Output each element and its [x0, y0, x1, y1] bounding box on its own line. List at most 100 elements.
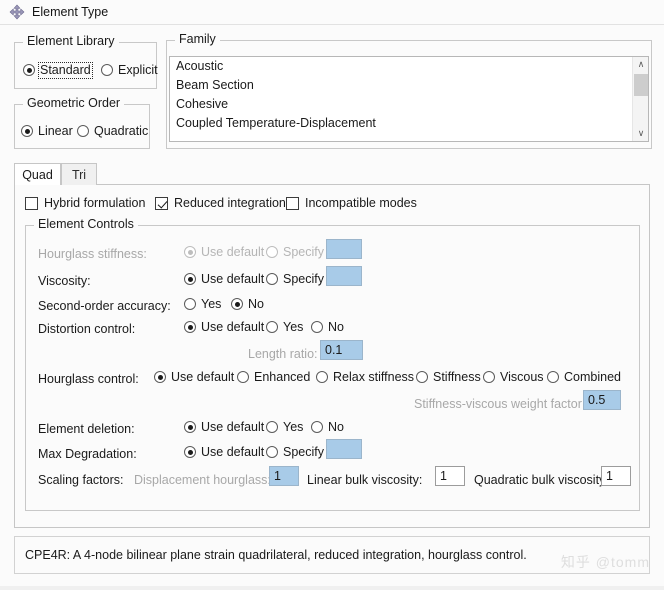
radio-label: Use default [201, 245, 265, 259]
tab-quad[interactable]: Quad [14, 163, 61, 185]
radio-hourglass-control-use-default[interactable]: Use default [154, 371, 234, 384]
radio-label: Yes [201, 297, 222, 311]
radio-max-degradation-specify[interactable]: Specify [266, 446, 324, 459]
tab-label: Quad [22, 167, 53, 182]
radio-dot [184, 421, 196, 434]
radio-hourglass-control-stiffness[interactable]: Stiffness [416, 371, 481, 384]
label-stiffness-viscous-weight-factor: Stiffness-viscous weight factor: [414, 397, 586, 411]
checkbox-hybrid-formulation[interactable]: Hybrid formulation [25, 197, 145, 210]
radio-viscosity-use-default[interactable]: Use default [184, 273, 264, 286]
list-item[interactable]: Beam Section [170, 76, 648, 95]
family-listbox[interactable]: Acoustic Beam Section Cohesive Coupled T… [169, 56, 649, 142]
radio-dot [483, 371, 495, 384]
label-element-deletion: Element deletion: [38, 422, 135, 436]
radio-max-degradation-use-default[interactable]: Use default [184, 446, 264, 459]
element-description-box: CPE4R: A 4-node bilinear plane strain qu… [14, 536, 650, 574]
radio-element-library-standard[interactable]: Standard [23, 62, 93, 79]
radio-hourglass-stiffness-use-default: Use default [184, 246, 264, 259]
radio-hourglass-control-combined[interactable]: Combined [547, 371, 621, 384]
input-stiffness-viscous-weight-factor: 0.5 [583, 390, 621, 410]
radio-second-order-accuracy-yes[interactable]: Yes [184, 298, 221, 311]
radio-viscosity-specify[interactable]: Specify [266, 273, 324, 286]
list-item[interactable]: Cohesive [170, 95, 648, 114]
radio-label: No [248, 297, 264, 311]
radio-dot [184, 298, 196, 311]
element-controls-title: Element Controls [34, 218, 138, 231]
radio-dot [416, 371, 428, 384]
window-title: Element Type [32, 4, 109, 19]
geometric-order-title: Geometric Order [23, 97, 125, 110]
input-quadratic-bulk-viscosity[interactable]: 1 [601, 466, 631, 486]
radio-element-deletion-yes[interactable]: Yes [266, 421, 303, 434]
radio-dot [266, 421, 278, 434]
radio-label: Use default [201, 320, 265, 334]
radio-label: Linear [38, 124, 73, 138]
radio-label: Combined [564, 370, 621, 384]
label-viscosity: Viscosity: [38, 274, 91, 288]
radio-dot [23, 64, 35, 77]
radio-hourglass-control-relax-stiffness[interactable]: Relax stiffness [316, 371, 414, 384]
shape-tabstrip: Quad Tri [14, 163, 650, 185]
list-item[interactable]: Acoustic [170, 57, 648, 76]
radio-element-library-explicit[interactable]: Explicit [101, 64, 158, 77]
radio-label: Specify [283, 272, 324, 286]
scrollbar-thumb[interactable] [634, 74, 648, 96]
radio-distortion-control-use-default[interactable]: Use default [184, 321, 264, 334]
quad-tab-page: Hybrid formulation Reduced integration I… [14, 184, 650, 528]
label-linear-bulk-viscosity: Linear bulk viscosity: [307, 473, 423, 487]
radio-label: Use default [201, 445, 265, 459]
radio-label: No [328, 420, 344, 434]
input-hourglass-stiffness [326, 239, 362, 259]
list-item[interactable]: Coupled Temperature-Displacement [170, 114, 648, 133]
input-max-degradation[interactable] [326, 439, 362, 459]
radio-dot [311, 321, 323, 334]
checkbox-box [155, 197, 168, 210]
family-list-scrollbar[interactable]: ∧ ∨ [632, 57, 648, 141]
geometric-order-group: Geometric Order Linear Quadratic [14, 97, 150, 149]
radio-distortion-control-no[interactable]: No [311, 321, 344, 334]
radio-second-order-accuracy-no[interactable]: No [231, 298, 264, 311]
radio-label: Standard [38, 62, 93, 79]
radio-dot [266, 321, 278, 334]
radio-dot [77, 125, 89, 138]
radio-geometric-order-quadratic[interactable]: Quadratic [77, 125, 148, 138]
tab-label: Tri [71, 167, 87, 182]
radio-dot [101, 64, 113, 77]
radio-label: Viscous [500, 370, 544, 384]
radio-element-deletion-no[interactable]: No [311, 421, 344, 434]
label-quadratic-bulk-viscosity: Quadratic bulk viscosity: [474, 473, 609, 487]
watermark: 知乎 @tomm [560, 554, 650, 570]
checkbox-incompatible-modes[interactable]: Incompatible modes [286, 197, 417, 210]
radio-hourglass-control-viscous[interactable]: Viscous [483, 371, 544, 384]
radio-label: Specify [283, 445, 324, 459]
radio-hourglass-control-enhanced[interactable]: Enhanced [237, 371, 310, 384]
checkbox-reduced-integration[interactable]: Reduced integration [155, 197, 286, 210]
radio-dot [266, 446, 278, 459]
element-controls-group: Element Controls Hourglass stiffness: Us… [25, 218, 640, 511]
label-displacement-hourglass: Displacement hourglass: [134, 473, 271, 487]
scroll-down-icon[interactable]: ∨ [633, 126, 648, 141]
radio-dot [154, 371, 166, 384]
radio-label: Use default [171, 370, 235, 384]
radio-dot [547, 371, 559, 384]
radio-hourglass-stiffness-specify: Specify [266, 246, 324, 259]
titlebar-divider [0, 24, 664, 25]
checkbox-box [25, 197, 38, 210]
element-library-group: Element Library Standard Explicit [14, 35, 158, 89]
radio-label: Enhanced [254, 370, 311, 384]
radio-distortion-control-yes[interactable]: Yes [266, 321, 303, 334]
input-viscosity[interactable] [326, 266, 362, 286]
radio-dot [184, 273, 196, 286]
checkbox-label: Hybrid formulation [44, 196, 146, 211]
radio-label: Yes [283, 320, 304, 334]
label-hourglass-stiffness: Hourglass stiffness: [38, 247, 147, 261]
scroll-up-icon[interactable]: ∧ [633, 57, 648, 72]
window-bottom-edge [0, 586, 664, 590]
radio-element-deletion-use-default[interactable]: Use default [184, 421, 264, 434]
element-description-text: CPE4R: A 4-node bilinear plane strain qu… [25, 548, 527, 562]
radio-geometric-order-linear[interactable]: Linear [21, 125, 73, 138]
tab-tri[interactable]: Tri [61, 163, 97, 185]
radio-label: Use default [201, 272, 265, 286]
input-linear-bulk-viscosity[interactable]: 1 [435, 466, 465, 486]
four-way-arrow-icon [9, 4, 25, 20]
